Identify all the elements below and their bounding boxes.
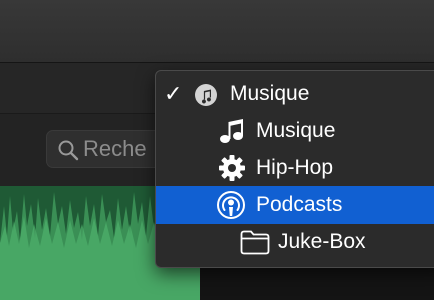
- menu-item-musique-library[interactable]: ✓ Musique: [156, 75, 434, 113]
- title-bar: [0, 0, 434, 63]
- music-note-icon: [220, 119, 243, 143]
- menu-item-label: Podcasts: [256, 193, 343, 216]
- checkmark-icon: ✓: [164, 81, 183, 106]
- library-popup-menu: ✓ Musique Musique Hip-Hop Podcasts Juke-…: [155, 70, 434, 268]
- menu-item-label: Juke-Box: [278, 230, 366, 253]
- gear-icon: [219, 155, 245, 181]
- music-library-icon: [195, 84, 217, 106]
- podcast-icon: [217, 191, 245, 219]
- folder-icon: [240, 230, 270, 255]
- search-icon: [58, 140, 79, 161]
- menu-item-musique[interactable]: Musique: [156, 112, 434, 150]
- menu-item-juke-box[interactable]: Juke-Box: [156, 223, 434, 261]
- menu-item-hip-hop[interactable]: Hip-Hop: [156, 149, 434, 187]
- menu-item-label: Musique: [230, 82, 310, 105]
- menu-item-label: Hip-Hop: [256, 156, 334, 179]
- menu-item-label: Musique: [256, 119, 336, 142]
- menu-item-podcasts[interactable]: Podcasts: [156, 186, 434, 224]
- search-placeholder: Reche: [83, 136, 147, 161]
